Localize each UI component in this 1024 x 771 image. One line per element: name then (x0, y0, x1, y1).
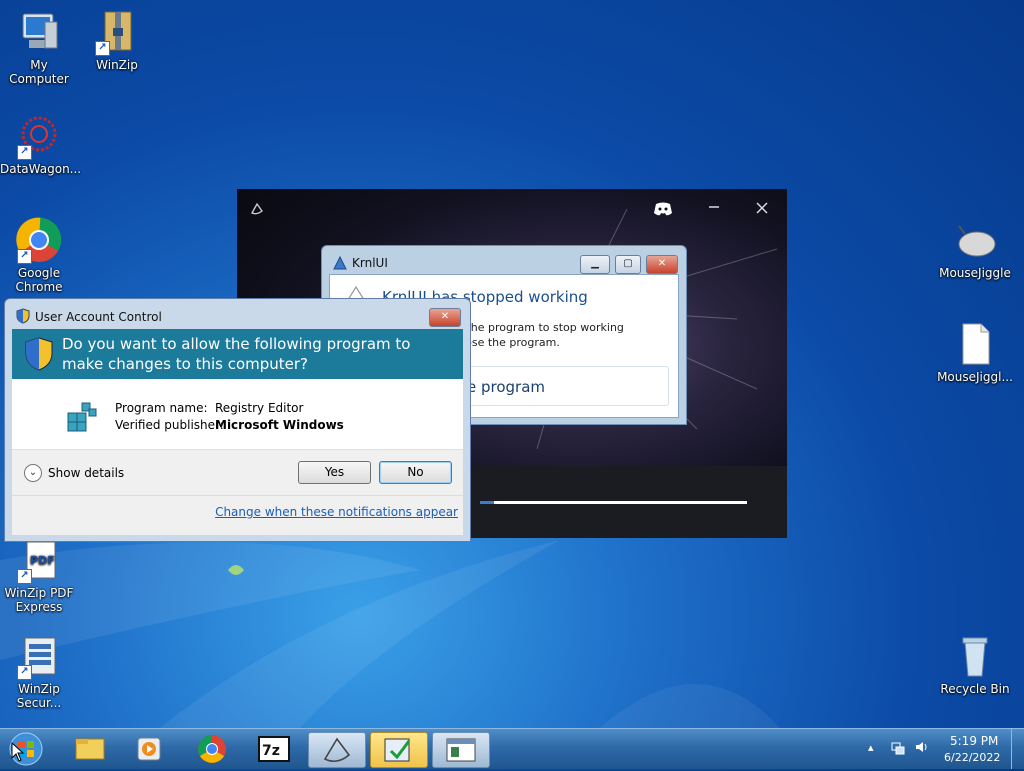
uac-question: Do you want to allow the following progr… (62, 335, 411, 373)
close-program-label: e program (467, 378, 546, 396)
show-desktop-button[interactable] (1011, 729, 1024, 769)
desktop-icon-winzip[interactable]: ↗ WinZip (78, 8, 156, 72)
mouse-cursor-icon (11, 742, 25, 762)
taskbar-explorer[interactable] (62, 732, 118, 766)
computer-icon (15, 8, 63, 56)
error-message-line-1: d the program to stop working (456, 321, 624, 334)
krnl-logo-icon (249, 201, 265, 217)
chrome-icon: ↗ (15, 216, 63, 264)
close-icon[interactable] (755, 201, 769, 215)
program-name-label: Program name: (115, 401, 208, 415)
desktop-icon-label: My Computer (9, 58, 69, 86)
taskbar-window[interactable] (432, 732, 490, 768)
file-icon (951, 320, 999, 368)
shortcut-arrow-icon: ↗ (17, 145, 32, 160)
desktop-icon-winzip-secure[interactable]: ↗ WinZip Secur... (0, 632, 78, 710)
publisher-label: Verified publisher: (115, 418, 224, 432)
datawagon-icon: ↗ (15, 112, 63, 160)
show-hidden-icons[interactable]: ▴ (868, 741, 874, 754)
desktop-icon-label: WinZip (96, 58, 138, 72)
winzip-secure-icon: ↗ (15, 632, 63, 680)
close-button[interactable]: ✕ (429, 308, 461, 327)
taskbar-chrome[interactable] (184, 732, 240, 766)
no-button[interactable]: No (379, 461, 452, 484)
desktop-icon-datawagon[interactable]: ↗ DataWagon... (0, 112, 82, 176)
desktop-icon-label: WinZip Secur... (16, 682, 62, 710)
taskbar-media-player[interactable] (122, 732, 178, 766)
discord-icon[interactable] (653, 201, 673, 217)
taskbar-registry-editor[interactable] (370, 732, 428, 768)
minimize-button[interactable]: ▁ (580, 255, 610, 274)
svg-text:PDF: PDF (30, 554, 55, 567)
close-program-option[interactable]: e program (442, 366, 669, 406)
desktop-icon-recycle-bin[interactable]: Recycle Bin (936, 632, 1014, 696)
error-message-line-2: close the program. (456, 336, 560, 349)
desktop-icon-label: MouseJiggle (939, 266, 1011, 280)
uac-details-bar: ⌄ Show details Yes No (12, 449, 463, 496)
close-button[interactable]: ✕ (646, 255, 678, 274)
krnl-app-icon (332, 255, 348, 271)
mouse-icon (951, 216, 999, 264)
desktop-icon-mousejiggle-file[interactable]: MouseJiggl... (936, 320, 1014, 384)
taskbar: 7z ▴ 5:19 PM 6/22/2022 (0, 728, 1024, 769)
desktop-icon-winzip-pdf-express[interactable]: PDF ↗ WinZip PDF Express (0, 536, 78, 614)
yes-button[interactable]: Yes (298, 461, 371, 484)
desktop-icon-label: Google Chrome (15, 266, 63, 294)
desktop-icon-label: WinZip PDF Express (4, 586, 74, 614)
desktop-icon-my-computer[interactable]: My Computer (0, 8, 78, 86)
network-icon[interactable] (890, 739, 906, 755)
shortcut-arrow-icon: ↗ (95, 41, 110, 56)
pdf-icon: PDF ↗ (15, 536, 63, 584)
7zip-icon: 7z (258, 736, 290, 762)
uac-banner: Do you want to allow the following progr… (12, 329, 463, 379)
window-icon (446, 738, 476, 762)
minimize-icon[interactable] (707, 199, 721, 213)
taskbar-7zip[interactable]: 7z (246, 732, 302, 766)
desktop-icon-label: Recycle Bin (940, 682, 1010, 696)
desktop-icon-mousejiggle[interactable]: MouseJiggle (936, 216, 1014, 280)
explorer-icon (75, 738, 105, 760)
change-notifications-link[interactable]: Change when these notifications appear (215, 505, 458, 519)
media-player-icon (137, 737, 161, 761)
uac-shield-icon (24, 337, 54, 371)
volume-icon[interactable] (914, 739, 930, 755)
uac-footer: Change when these notifications appear (12, 495, 463, 535)
dialog-title: User Account Control (35, 310, 162, 324)
show-details-label: Show details (48, 466, 125, 480)
uac-shield-small-icon (15, 308, 31, 324)
desktop-icon-label: DataWagon... (0, 162, 82, 176)
winzip-icon: ↗ (93, 8, 141, 56)
uac-program-info: Program name: Registry Editor Verified p… (12, 379, 463, 449)
program-name-value: Registry Editor (215, 401, 304, 415)
publisher-value: Microsoft Windows (215, 418, 344, 432)
uac-dialog: User Account Control ✕ Do you want to al… (4, 298, 471, 542)
desktop-icon-google-chrome[interactable]: ↗ Google Chrome (0, 216, 78, 294)
clock-date[interactable]: 6/22/2022 (944, 751, 1000, 764)
show-details-toggle[interactable]: ⌄ Show details (22, 463, 132, 483)
desktop-icon-label: MouseJiggl... (937, 370, 1013, 384)
update-progress-bar (480, 501, 747, 504)
registry-editor-icon (384, 738, 411, 762)
maximize-button[interactable]: ▢ (615, 255, 641, 274)
shortcut-arrow-icon: ↗ (17, 569, 32, 584)
chevron-down-icon: ⌄ (24, 464, 42, 482)
chrome-icon (198, 735, 226, 763)
taskbar-krnl[interactable] (308, 732, 366, 768)
shortcut-arrow-icon: ↗ (17, 665, 32, 680)
dialog-title: KrnlUI (352, 256, 388, 270)
krnl-icon (323, 737, 351, 763)
shortcut-arrow-icon: ↗ (17, 249, 32, 264)
clock-time[interactable]: 5:19 PM (950, 734, 998, 748)
recycle-bin-icon (951, 632, 999, 680)
svg-text:7z: 7z (262, 743, 280, 759)
registry-editor-icon (64, 399, 98, 433)
